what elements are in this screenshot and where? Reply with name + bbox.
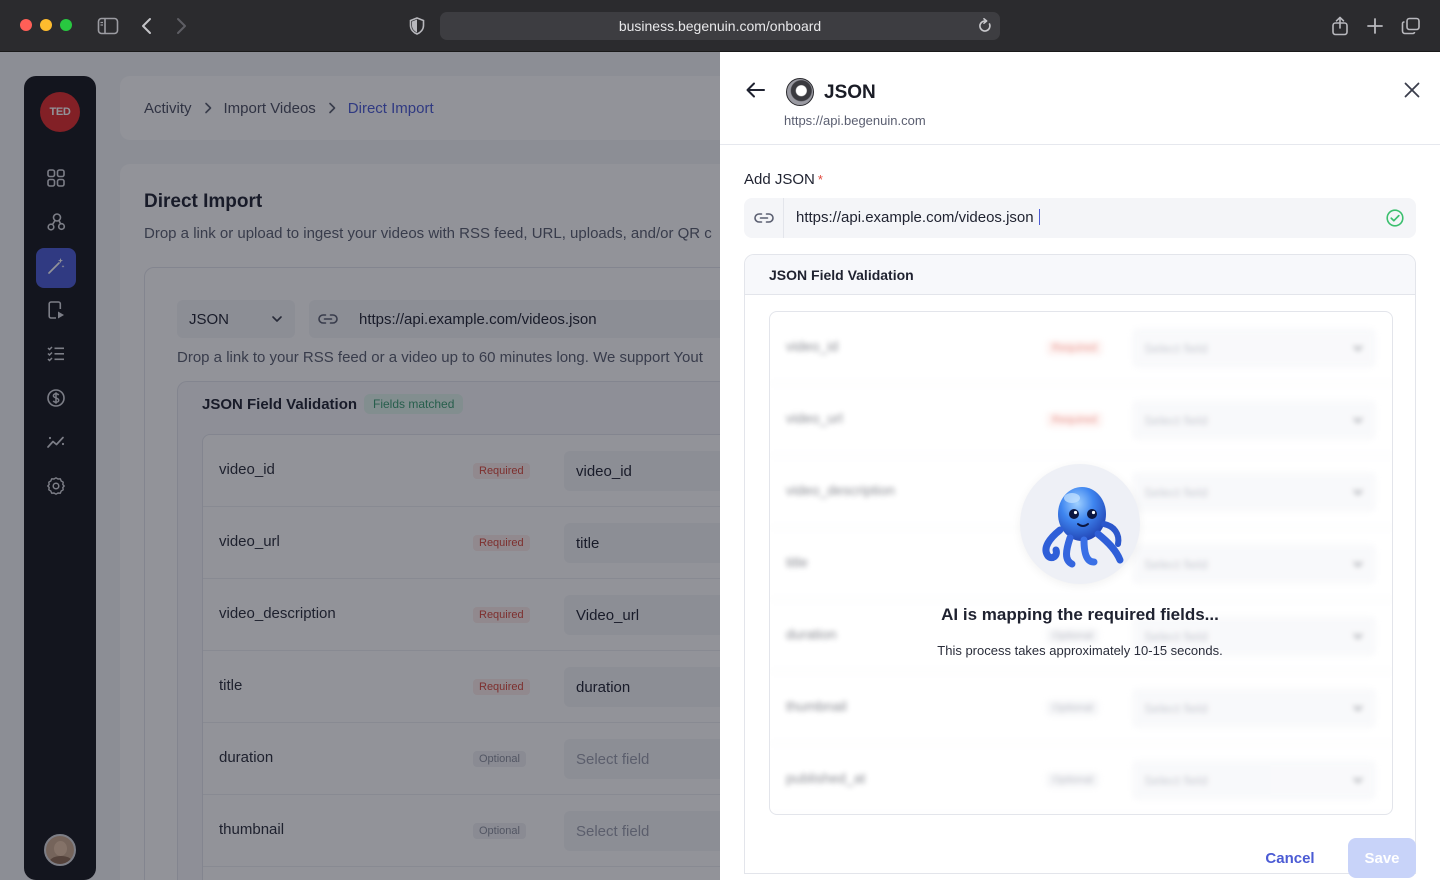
- ai-mascot-icon: [1020, 464, 1140, 584]
- chevron-down-icon: [1352, 342, 1364, 357]
- json-url-input[interactable]: https://api.example.com/videos.json: [744, 198, 1416, 238]
- required-badge: Required: [1046, 412, 1103, 428]
- address-url: business.begenuin.com/onboard: [618, 18, 822, 34]
- json-import-panel: JSON https://api.begenuin.com Add JSON * …: [720, 52, 1440, 880]
- save-button[interactable]: Save: [1348, 838, 1416, 878]
- json-url-value: https://api.example.com/videos.json: [796, 209, 1034, 226]
- required-mark: *: [817, 172, 823, 187]
- chevron-down-icon: [1352, 486, 1364, 501]
- required-badge: Required: [1046, 340, 1103, 356]
- header-divider: [720, 144, 1440, 145]
- browser-toolbar: business.begenuin.com/onboard: [0, 0, 1440, 52]
- field-name: video_url: [786, 410, 843, 426]
- modal-backdrop[interactable]: [0, 52, 720, 880]
- zoom-window-button[interactable]: [60, 19, 72, 31]
- json-url-label-text: Add JSON: [744, 171, 815, 188]
- loading-subtitle: This process takes approximately 10-15 s…: [937, 643, 1223, 658]
- select-placeholder: Select field: [1144, 412, 1208, 428]
- panel-title: JSON: [824, 82, 876, 103]
- share-icon[interactable]: [1327, 13, 1353, 39]
- link-icon: [744, 198, 784, 238]
- field-name: title: [786, 554, 808, 570]
- shield-icon[interactable]: [404, 13, 430, 39]
- table-row: video_url Required Select field: [770, 384, 1392, 456]
- select-placeholder: Select field: [1144, 628, 1208, 644]
- chevron-down-icon: [1352, 702, 1364, 717]
- validation-header: JSON Field Validation: [745, 255, 1415, 295]
- loading-title: AI is mapping the required fields...: [941, 605, 1219, 624]
- cancel-button[interactable]: Cancel: [1250, 838, 1330, 878]
- field-mapping-select[interactable]: Select field: [1132, 544, 1376, 584]
- table-row: thumbnail Optional Select field: [770, 672, 1392, 744]
- chevron-down-icon: [1352, 558, 1364, 573]
- select-placeholder: Select field: [1144, 556, 1208, 572]
- field-mapping-select[interactable]: Select field: [1132, 472, 1376, 512]
- json-logo-icon: [786, 78, 814, 106]
- panel-subtitle: https://api.begenuin.com: [784, 113, 926, 128]
- optional-badge: Optional: [1046, 700, 1099, 716]
- optional-badge: Optional: [1046, 628, 1099, 644]
- text-cursor: [1038, 209, 1041, 225]
- chevron-down-icon: [1352, 414, 1364, 429]
- forward-arrow-icon[interactable]: [168, 13, 194, 39]
- select-placeholder: Select field: [1144, 484, 1208, 500]
- table-row: published_at Optional Select field: [770, 744, 1392, 814]
- back-arrow-icon[interactable]: [134, 13, 160, 39]
- select-placeholder: Select field: [1144, 340, 1208, 356]
- field-mapping-select[interactable]: Select field: [1132, 760, 1376, 800]
- validation-title: JSON Field Validation: [769, 267, 914, 283]
- field-name: published_at: [786, 770, 866, 786]
- field-mapping-select[interactable]: Select field: [1132, 400, 1376, 440]
- field-name: video_id: [786, 338, 839, 354]
- close-icon[interactable]: [1400, 78, 1424, 102]
- json-url-label: Add JSON *: [744, 171, 823, 188]
- minimize-window-button[interactable]: [40, 19, 52, 31]
- field-name: duration: [786, 626, 837, 642]
- table-row: video_id Required Select field: [770, 312, 1392, 384]
- select-placeholder: Select field: [1144, 700, 1208, 716]
- field-mapping-select[interactable]: Select field: [1132, 328, 1376, 368]
- field-name: video_description: [786, 482, 895, 498]
- new-tab-icon[interactable]: [1362, 13, 1388, 39]
- field-mapping-select[interactable]: Select field: [1132, 688, 1376, 728]
- tab-overview-icon[interactable]: [1398, 13, 1424, 39]
- chevron-down-icon: [1352, 774, 1364, 789]
- sidebar-toggle-icon[interactable]: [95, 13, 121, 39]
- address-bar[interactable]: business.begenuin.com/onboard: [440, 12, 1000, 40]
- field-name: thumbnail: [786, 698, 847, 714]
- back-arrow-icon[interactable]: [744, 78, 768, 102]
- reload-icon[interactable]: [978, 18, 992, 37]
- select-placeholder: Select field: [1144, 772, 1208, 788]
- check-circle-icon: [1386, 209, 1404, 232]
- optional-badge: Optional: [1046, 772, 1099, 788]
- close-window-button[interactable]: [20, 19, 32, 31]
